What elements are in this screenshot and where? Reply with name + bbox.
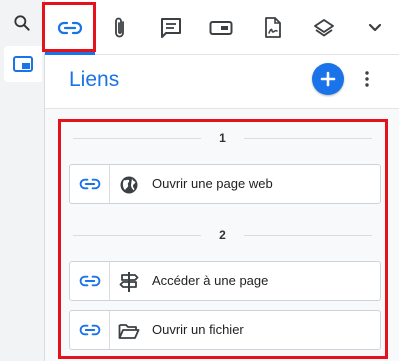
plus-icon	[320, 71, 336, 87]
form-field-icon	[209, 20, 233, 35]
search-icon	[14, 15, 30, 31]
links-panel: Liens 1 Ouvrir une page web 2 Accéder à …	[42, 0, 399, 361]
comment-icon	[161, 17, 181, 38]
tab-fields[interactable]	[196, 0, 246, 55]
panel-toolbar	[42, 0, 399, 55]
paperclip-icon	[115, 17, 124, 37]
tab-comments[interactable]	[146, 0, 196, 55]
panel-title: Liens	[69, 68, 120, 91]
search-button[interactable]	[7, 8, 37, 38]
highlight-frame	[58, 119, 388, 359]
tab-signatures[interactable]	[248, 0, 298, 55]
chevron-down-icon	[368, 23, 382, 31]
add-link-button[interactable]	[312, 63, 344, 95]
layers-icon	[314, 18, 334, 36]
panel-icon	[13, 56, 33, 72]
tab-layers[interactable]	[299, 0, 349, 55]
left-rail	[0, 0, 44, 361]
panel-header: Liens	[45, 56, 399, 108]
kebab-menu-icon	[365, 71, 369, 87]
highlight-frame	[42, 2, 96, 52]
tab-more[interactable]	[350, 0, 399, 55]
panel-toggle-button[interactable]	[4, 46, 42, 82]
tab-attachments[interactable]	[95, 0, 145, 55]
more-options-button[interactable]	[357, 66, 377, 92]
signature-document-icon	[265, 16, 281, 38]
links-list: 1 Ouvrir une page web 2 Accéder à une pa…	[45, 109, 399, 361]
